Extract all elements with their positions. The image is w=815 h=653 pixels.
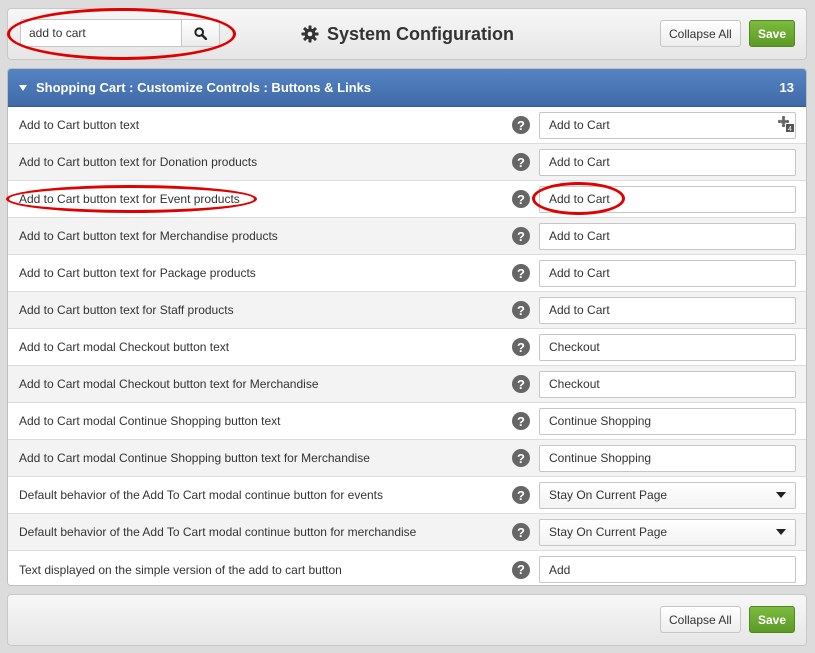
setting-input[interactable] (539, 148, 796, 176)
setting-row: Add to Cart modal Checkout button text f… (8, 366, 806, 403)
setting-row: Text displayed on the simple version of … (8, 551, 806, 585)
help-icon[interactable]: ? (512, 338, 530, 356)
search-input[interactable] (20, 19, 182, 47)
setting-label: Add to Cart button text for Event produc… (19, 192, 240, 206)
help-icon[interactable]: ? (512, 486, 530, 504)
setting-row: Add to Cart button text? 4 (8, 107, 806, 144)
setting-input[interactable] (539, 444, 796, 472)
bottom-toolbar: Collapse All Save (7, 594, 807, 646)
setting-row: Add to Cart button text for Merchandise … (8, 218, 806, 255)
setting-label: Text displayed on the simple version of … (19, 562, 342, 577)
setting-label: Add to Cart button text for Staff produc… (19, 303, 234, 317)
setting-label: Add to Cart button text for Donation pro… (19, 155, 258, 169)
setting-input[interactable] (539, 222, 796, 250)
setting-input[interactable] (539, 370, 796, 398)
svg-text:4: 4 (788, 126, 792, 132)
setting-row: Default behavior of the Add To Cart moda… (8, 514, 806, 551)
translate-icon[interactable]: 4 (778, 116, 794, 132)
setting-row: Add to Cart button text for Package prod… (8, 255, 806, 292)
setting-input[interactable] (539, 185, 796, 213)
setting-row: Add to Cart modal Continue Shopping butt… (8, 440, 806, 477)
setting-row: Add to Cart button text for Event produc… (8, 181, 806, 218)
setting-row: Add to Cart modal Continue Shopping butt… (8, 403, 806, 440)
setting-select[interactable]: Stay On Current Page (539, 481, 796, 509)
save-button-bottom[interactable]: Save (749, 606, 795, 633)
setting-label: Default behavior of the Add To Cart moda… (19, 525, 417, 539)
setting-select[interactable]: Stay On Current Page (539, 518, 796, 546)
search-icon (194, 26, 207, 40)
help-icon[interactable]: ? (512, 190, 530, 208)
setting-input[interactable] (539, 296, 796, 324)
search-button[interactable] (181, 19, 220, 47)
select-value: Stay On Current Page (549, 525, 668, 539)
collapse-all-button[interactable]: Collapse All (660, 20, 741, 47)
dropdown-arrow-icon (776, 492, 786, 498)
help-icon[interactable]: ? (512, 449, 530, 467)
setting-row: Add to Cart button text for Donation pro… (8, 144, 806, 181)
help-icon[interactable]: ? (512, 560, 530, 579)
section-count: 13 (779, 80, 794, 95)
help-icon[interactable]: ? (512, 412, 530, 430)
setting-label: Add to Cart modal Checkout button text (19, 340, 230, 354)
collapse-all-button-bottom[interactable]: Collapse All (660, 606, 741, 633)
setting-row: Default behavior of the Add To Cart moda… (8, 477, 806, 514)
section-header[interactable]: Shopping Cart : Customize Controls : But… (8, 69, 806, 107)
section-title: Shopping Cart : Customize Controls : But… (36, 80, 372, 95)
caret-down-icon (19, 84, 27, 91)
setting-label: Add to Cart modal Continue Shopping butt… (19, 451, 370, 465)
setting-input[interactable] (539, 556, 796, 583)
setting-input[interactable] (539, 333, 796, 361)
search-group (20, 19, 220, 47)
select-value: Stay On Current Page (549, 488, 668, 502)
gear-icon (301, 25, 319, 43)
help-icon[interactable]: ? (512, 523, 530, 541)
setting-label: Add to Cart button text for Package prod… (19, 266, 256, 280)
help-icon[interactable]: ? (512, 227, 530, 245)
setting-label: Add to Cart button text for Merchandise … (19, 229, 278, 243)
setting-label: Add to Cart modal Continue Shopping butt… (19, 414, 281, 428)
dropdown-arrow-icon (776, 529, 786, 535)
help-icon[interactable]: ? (512, 264, 530, 282)
config-panel: Shopping Cart : Customize Controls : But… (7, 68, 807, 586)
setting-label: Default behavior of the Add To Cart moda… (19, 488, 384, 502)
page-title-block: System Configuration (301, 21, 514, 47)
setting-row: Add to Cart modal Checkout button text? (8, 329, 806, 366)
setting-label: Add to Cart modal Checkout button text f… (19, 377, 319, 391)
setting-label: Add to Cart button text (19, 118, 140, 132)
page-title: System Configuration (327, 23, 515, 44)
help-icon[interactable]: ? (512, 116, 530, 134)
setting-input[interactable] (539, 407, 796, 435)
help-icon[interactable]: ? (512, 301, 530, 319)
save-button[interactable]: Save (749, 20, 795, 47)
setting-input[interactable] (539, 259, 796, 287)
help-icon[interactable]: ? (512, 153, 530, 171)
settings-list: Add to Cart button text?4Add to Cart but… (8, 107, 806, 585)
setting-input[interactable] (539, 111, 796, 139)
setting-row: Add to Cart button text for Staff produc… (8, 292, 806, 329)
help-icon[interactable]: ? (512, 375, 530, 393)
top-toolbar: System Configuration Collapse All Save (7, 8, 807, 60)
